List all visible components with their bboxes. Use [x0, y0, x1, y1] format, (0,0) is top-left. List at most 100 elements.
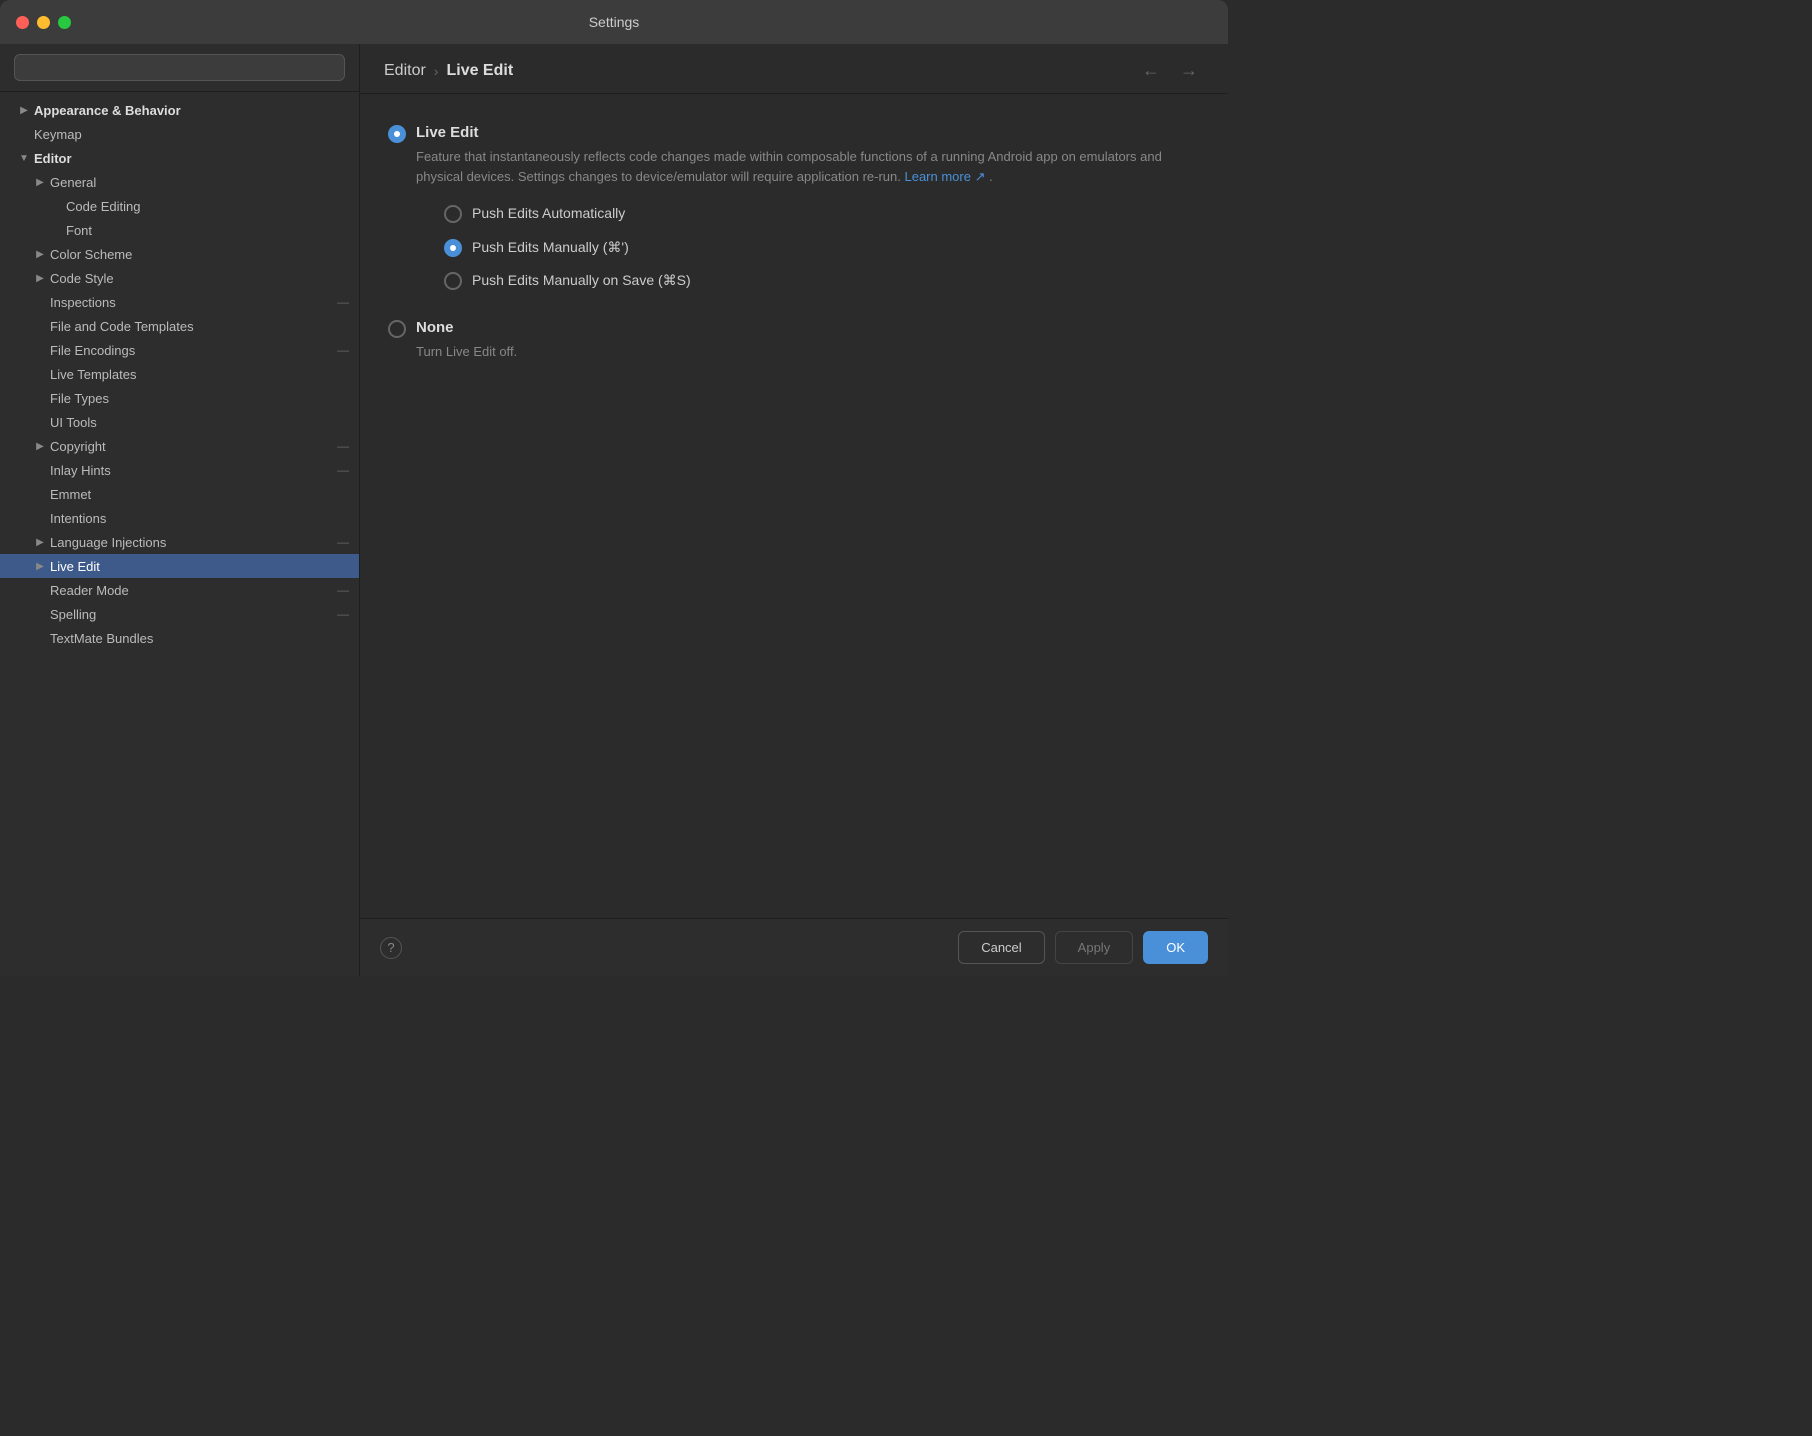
- help-button[interactable]: ?: [380, 937, 402, 959]
- breadcrumb-current: Live Edit: [446, 62, 513, 80]
- sidebar-item-reader-mode[interactable]: Reader Mode —: [0, 578, 359, 602]
- sidebar-item-label: Live Edit: [50, 559, 100, 574]
- push-manually-radio[interactable]: [444, 239, 462, 257]
- sidebar-item-label: General: [50, 175, 96, 190]
- live-edit-main-option: Live Edit Feature that instantaneously r…: [388, 118, 1200, 303]
- sidebar-item-color-scheme[interactable]: Color Scheme: [0, 242, 359, 266]
- sidebar-item-keymap[interactable]: Keymap: [0, 122, 359, 146]
- sidebar-item-label: Keymap: [34, 127, 82, 142]
- push-save-option: Push Edits Manually on Save (⌘S): [444, 265, 1200, 297]
- sidebar-tree: Appearance & Behavior Keymap Editor Gene…: [0, 92, 359, 976]
- sidebar-item-file-encodings[interactable]: File Encodings —: [0, 338, 359, 362]
- push-auto-option: Push Edits Automatically: [444, 198, 1200, 230]
- breadcrumb-separator: ›: [434, 63, 439, 79]
- sidebar-item-code-style[interactable]: Code Style: [0, 266, 359, 290]
- sidebar-item-general[interactable]: General: [0, 170, 359, 194]
- sidebar-item-language-injections[interactable]: Language Injections —: [0, 530, 359, 554]
- dash-icon: —: [335, 606, 351, 622]
- dash-icon: —: [335, 462, 351, 478]
- sidebar-item-emmet[interactable]: Emmet: [0, 482, 359, 506]
- dash-icon: —: [335, 438, 351, 454]
- sidebar-item-label: Intentions: [50, 511, 106, 526]
- push-manually-label: Push Edits Manually (⌘'): [472, 238, 629, 258]
- none-radio[interactable]: [388, 320, 406, 338]
- search-wrapper: 🔍: [14, 54, 345, 81]
- content-body: Live Edit Feature that instantaneously r…: [360, 94, 1228, 918]
- sidebar-item-live-edit[interactable]: Live Edit: [0, 554, 359, 578]
- push-auto-label: Push Edits Automatically: [472, 204, 625, 224]
- title-bar: Settings: [0, 0, 1228, 44]
- sidebar-item-live-templates[interactable]: Live Templates: [0, 362, 359, 386]
- search-input[interactable]: [14, 54, 345, 81]
- apply-button[interactable]: Apply: [1055, 931, 1134, 964]
- cancel-button[interactable]: Cancel: [958, 931, 1044, 964]
- push-manually-option: Push Edits Manually (⌘'): [444, 232, 1200, 264]
- breadcrumb: Editor › Live Edit: [384, 62, 513, 80]
- learn-more-link[interactable]: Learn more ↗: [904, 169, 985, 184]
- chevron-icon: [32, 174, 48, 190]
- dash-icon: —: [335, 582, 351, 598]
- sidebar-item-label: Code Style: [50, 271, 114, 286]
- sidebar-item-copyright[interactable]: Copyright —: [0, 434, 359, 458]
- sidebar-item-inspections[interactable]: Inspections —: [0, 290, 359, 314]
- minimize-button[interactable]: [37, 16, 50, 29]
- sidebar-item-editor[interactable]: Editor: [0, 146, 359, 170]
- dash-icon: —: [335, 534, 351, 550]
- nav-buttons: ← →: [1136, 58, 1204, 83]
- sidebar-item-label: Code Editing: [66, 199, 140, 214]
- sidebar-item-file-code-templates[interactable]: File and Code Templates: [0, 314, 359, 338]
- dash-icon: —: [335, 342, 351, 358]
- none-label: None: [416, 319, 517, 336]
- main-layout: 🔍 Appearance & Behavior Keymap Editor: [0, 44, 1228, 976]
- sidebar-item-ui-tools[interactable]: UI Tools: [0, 410, 359, 434]
- sidebar-item-label: File Encodings: [50, 343, 135, 358]
- chevron-icon: [32, 270, 48, 286]
- none-description: Turn Live Edit off.: [416, 342, 517, 362]
- breadcrumb-parent: Editor: [384, 62, 426, 80]
- live-edit-radio[interactable]: [388, 125, 406, 143]
- sidebar-item-textmate-bundles[interactable]: TextMate Bundles: [0, 626, 359, 650]
- sidebar-item-label: Live Templates: [50, 367, 136, 382]
- ok-button[interactable]: OK: [1143, 931, 1208, 964]
- sidebar-item-label: Spelling: [50, 607, 96, 622]
- sidebar-item-appearance[interactable]: Appearance & Behavior: [0, 98, 359, 122]
- sidebar-item-label: Font: [66, 223, 92, 238]
- sidebar-item-spelling[interactable]: Spelling —: [0, 602, 359, 626]
- live-edit-description: Feature that instantaneously reflects co…: [416, 147, 1200, 186]
- nav-back-button[interactable]: ←: [1136, 58, 1166, 83]
- chevron-icon: [32, 534, 48, 550]
- nav-forward-button[interactable]: →: [1174, 58, 1204, 83]
- sidebar-item-label: Emmet: [50, 487, 91, 502]
- sidebar-item-font[interactable]: Font: [0, 218, 359, 242]
- live-edit-content: Live Edit Feature that instantaneously r…: [416, 124, 1200, 297]
- sidebar-item-code-editing[interactable]: Code Editing: [0, 194, 359, 218]
- chevron-icon: [32, 438, 48, 454]
- search-container: 🔍: [0, 44, 359, 92]
- sidebar-item-file-types[interactable]: File Types: [0, 386, 359, 410]
- sidebar-item-label: UI Tools: [50, 415, 97, 430]
- sidebar-item-intentions[interactable]: Intentions: [0, 506, 359, 530]
- none-content: None Turn Live Edit off.: [416, 319, 517, 362]
- chevron-icon: [16, 150, 32, 166]
- push-auto-radio[interactable]: [444, 205, 462, 223]
- window-title: Settings: [589, 14, 640, 30]
- sidebar-item-inlay-hints[interactable]: Inlay Hints —: [0, 458, 359, 482]
- push-save-label: Push Edits Manually on Save (⌘S): [472, 271, 691, 291]
- maximize-button[interactable]: [58, 16, 71, 29]
- chevron-icon: [16, 102, 32, 118]
- sub-radio-group: Push Edits Automatically Push Edits Manu…: [416, 198, 1200, 297]
- sidebar-item-label: TextMate Bundles: [50, 631, 153, 646]
- content-header: Editor › Live Edit ← →: [360, 44, 1228, 94]
- live-edit-label: Live Edit: [416, 124, 1200, 141]
- dash-icon: —: [335, 294, 351, 310]
- window-controls: [16, 16, 71, 29]
- sidebar-item-label: Editor: [34, 151, 72, 166]
- sidebar-item-label: Inlay Hints: [50, 463, 111, 478]
- sidebar-item-label: Language Injections: [50, 535, 166, 550]
- chevron-icon: [32, 246, 48, 262]
- sidebar-item-label: Reader Mode: [50, 583, 129, 598]
- content-area: Editor › Live Edit ← → Live Edit Feature…: [360, 44, 1228, 976]
- close-button[interactable]: [16, 16, 29, 29]
- bottom-right-buttons: Cancel Apply OK: [958, 931, 1208, 964]
- push-save-radio[interactable]: [444, 272, 462, 290]
